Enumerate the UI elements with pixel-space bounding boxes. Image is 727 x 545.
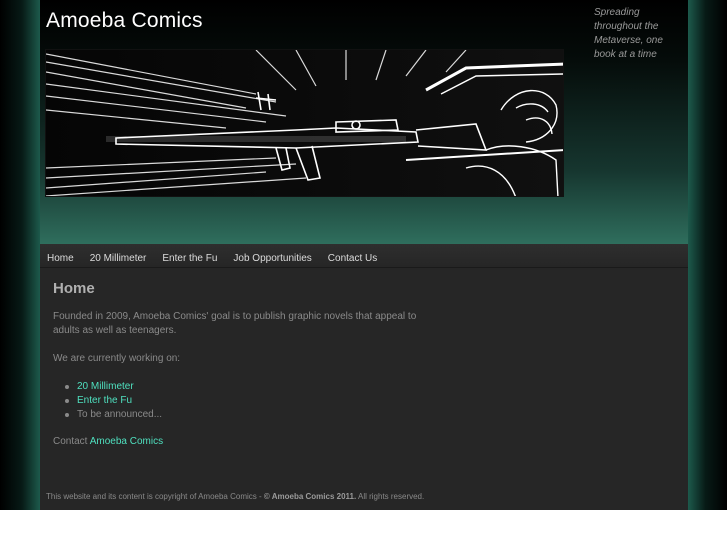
site-tagline: Spreading throughout the Metaverse, one … <box>594 7 663 60</box>
left-glow <box>0 0 40 510</box>
page-container: Amoeba Comics Spreading throughout the M… <box>40 0 688 510</box>
right-glow <box>688 0 727 510</box>
project-link-enter-the-fu[interactable]: Enter the Fu <box>77 395 132 406</box>
nav-item-contact-us[interactable]: Contact Us <box>328 244 377 274</box>
project-link-20-millimeter[interactable]: 20 Millimeter <box>77 381 134 392</box>
nav-item-home[interactable]: Home <box>47 244 74 274</box>
working-on-text: We are currently working on: <box>53 353 181 364</box>
main-nav: Home 20 Millimeter Enter the Fu Job Oppo… <box>40 244 688 268</box>
footer-rights: All rights reserved. <box>357 492 425 501</box>
intro-paragraph: Founded in 2009, Amoeba Comics' goal is … <box>53 311 417 336</box>
banner-illustration <box>46 50 563 196</box>
nav-list: Home 20 Millimeter Enter the Fu Job Oppo… <box>40 244 688 274</box>
site-footer: This website and its content is copyrigh… <box>46 492 424 501</box>
main-content: Home Founded in 2009, Amoeba Comics' goa… <box>53 280 433 463</box>
site-title[interactable]: Amoeba Comics <box>46 9 203 33</box>
page-title: Home <box>53 280 95 297</box>
nav-item-enter-the-fu[interactable]: Enter the Fu <box>162 244 217 274</box>
contact-link[interactable]: Amoeba Comics <box>90 436 163 447</box>
list-item: To be announced... <box>65 408 433 422</box>
contact-line: Contact Amoeba Comics <box>53 435 433 449</box>
project-tba: To be announced... <box>77 409 163 420</box>
footer-copyright: This website and its content is copyrigh… <box>46 492 262 501</box>
page-backdrop: Amoeba Comics Spreading throughout the M… <box>0 0 727 510</box>
site-header: Amoeba Comics Spreading throughout the M… <box>40 0 688 244</box>
comic-banner-image <box>45 49 564 197</box>
nav-item-20-millimeter[interactable]: 20 Millimeter <box>90 244 147 274</box>
footer-copyright-bold: © Amoeba Comics 2011. <box>263 492 357 501</box>
list-item: 20 Millimeter <box>65 380 433 394</box>
list-item: Enter the Fu <box>65 394 433 408</box>
project-list: 20 Millimeter Enter the Fu To be announc… <box>53 380 433 422</box>
contact-prefix: Contact <box>53 436 88 447</box>
nav-item-job-opportunities[interactable]: Job Opportunities <box>233 244 311 274</box>
